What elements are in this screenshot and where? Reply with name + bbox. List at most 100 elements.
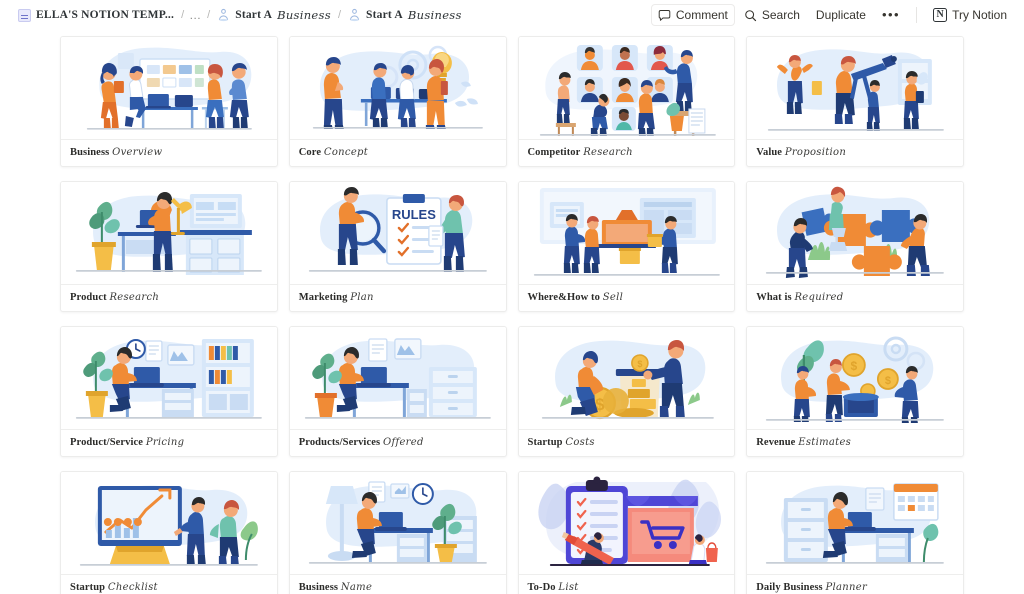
comment-icon [658,9,671,21]
card-label-italic: Offered [382,437,424,448]
avatar-grid-illustration [539,45,716,136]
card-label-italic: Pricing [145,437,185,448]
breadcrumb: ELLA'S NOTION TEMP... / … / Start A Busi… [14,6,466,24]
card-label: Value Proposition [747,139,963,166]
card-label-bold: Marketing [298,292,348,303]
card-label-italic: Sell [602,292,624,303]
breadcrumb-item-root[interactable]: ELLA'S NOTION TEMP... [14,7,178,24]
breadcrumb-item-1[interactable]: Start A Business [213,6,335,24]
search-button[interactable]: Search [737,4,807,26]
card-label-italic: Plan [350,292,374,303]
breadcrumb-root-label: ELLA'S NOTION TEMP... [36,9,175,21]
puzzle-pieces-illustration [766,186,945,278]
card-label: Marketing Plan [289,284,506,311]
card-thumbnail [289,472,506,574]
gallery-card[interactable]: Competitor Research [517,36,736,167]
svg-text:$: $ [637,359,642,369]
person-icon [349,8,360,22]
person-icon [219,8,229,22]
card-thumbnail [747,37,963,139]
gallery-card[interactable]: Product/Service Pricing [60,326,278,457]
coins-growth-illustration: $ $ [766,336,945,423]
card-label-italic: Concept [323,147,369,158]
card-thumbnail [61,182,277,284]
gallery-card[interactable]: Business Name [288,471,507,594]
try-notion-label: Try Notion [952,8,1007,22]
idea-lightbulb-illustration [312,45,483,129]
comment-button[interactable]: Comment [651,4,735,26]
search-icon [745,9,756,21]
card-thumbnail [518,472,735,574]
gallery-card[interactable]: Business Overview [60,36,278,167]
card-label-bold: To-Do [527,582,556,593]
card-label: Startup Checklist [61,574,277,594]
card-label-italic: Estimates [798,437,852,448]
card-label: Revenue Estimates [747,429,963,456]
cabinet-calendar-illustration [766,483,945,564]
card-label: Product Research [61,284,277,311]
card-label-italic: Planner [825,582,868,593]
card-thumbnail: $ $ [747,327,963,429]
gallery-card[interactable]: $ $ Revenue Estimates [746,326,964,457]
card-label-italic: Research [583,147,633,158]
card-label-bold: What is [756,292,792,303]
gallery-card[interactable]: $ $ Startup Costs [517,326,736,457]
card-label-bold: Value [756,147,783,158]
card-label-italic: List [558,582,579,593]
try-notion-button[interactable]: N Try Notion [926,4,1014,26]
breadcrumb-item-1-bold: Start A [235,9,273,21]
gallery-card[interactable]: Product Research [60,181,278,312]
card-thumbnail: $ $ [518,327,735,429]
gallery-card[interactable]: Where&How to Sell [517,181,736,312]
breadcrumb-item-2-italic: Business [407,8,462,22]
top-bar-actions: Comment Search Duplicate ••• N Try Notio… [651,4,1014,26]
card-label-bold: Product [70,292,107,303]
gallery-card[interactable]: Core Concept [288,36,507,167]
breadcrumb-ellipsis[interactable]: … [187,8,204,22]
more-options-button[interactable]: ••• [875,6,907,24]
office-shelf-desk-illustration [75,339,262,419]
card-label: Product/Service Pricing [61,429,277,456]
coins-jar-illustration: $ $ [541,340,714,420]
card-thumbnail [747,182,963,284]
breadcrumb-item-1-italic: Business [277,8,331,22]
action-divider [916,7,918,23]
gallery-card[interactable]: Daily Business Planner [746,471,964,594]
gallery-card[interactable]: Startup Checklist [60,471,278,594]
meeting-whiteboard-illustration [86,47,252,130]
card-label-bold: Revenue [756,437,796,448]
chart-presentation-illustration [79,485,258,566]
card-label-bold: Business [298,582,339,593]
card-label-italic: Required [794,292,844,303]
card-thumbnail [61,37,277,139]
storefront-sell-illustration [533,188,720,276]
breadcrumb-item-2-bold: Start A [366,9,403,21]
rules-checklist-illustration: RULES [308,187,487,272]
breadcrumb-item-2[interactable]: Start A Business [344,6,466,24]
card-label: Startup Costs [518,429,735,456]
gallery-card[interactable]: To-Do List [517,471,736,594]
card-thumbnail [61,472,277,574]
svg-text:RULES: RULES [392,207,436,222]
card-label-bold: Competitor [527,147,581,158]
card-label: Competitor Research [518,139,735,166]
card-label-italic: Checklist [107,582,158,593]
gallery-card[interactable]: RULES Marketing Plan [288,181,507,312]
gallery-card[interactable]: Value Proposition [746,36,964,167]
card-label-bold: Where&How to [527,292,600,303]
card-label: Where&How to Sell [518,284,735,311]
card-thumbnail [747,472,963,574]
card-label-bold: Products/Services [298,437,381,448]
card-label: Products/Services Offered [289,429,506,456]
duplicate-button[interactable]: Duplicate [809,4,873,26]
card-label-bold: Product/Service [70,437,144,448]
gallery-card[interactable]: Products/Services Offered [288,326,507,457]
card-thumbnail [289,37,506,139]
card-label: Core Concept [289,139,506,166]
card-label-bold: Startup [70,582,106,593]
card-label: Business Overview [61,139,277,166]
gallery-card[interactable]: What is Required [746,181,964,312]
svg-text:$: $ [851,359,858,373]
more-dots-icon: ••• [881,7,901,22]
top-bar: ELLA'S NOTION TEMP... / … / Start A Busi… [0,0,1024,30]
